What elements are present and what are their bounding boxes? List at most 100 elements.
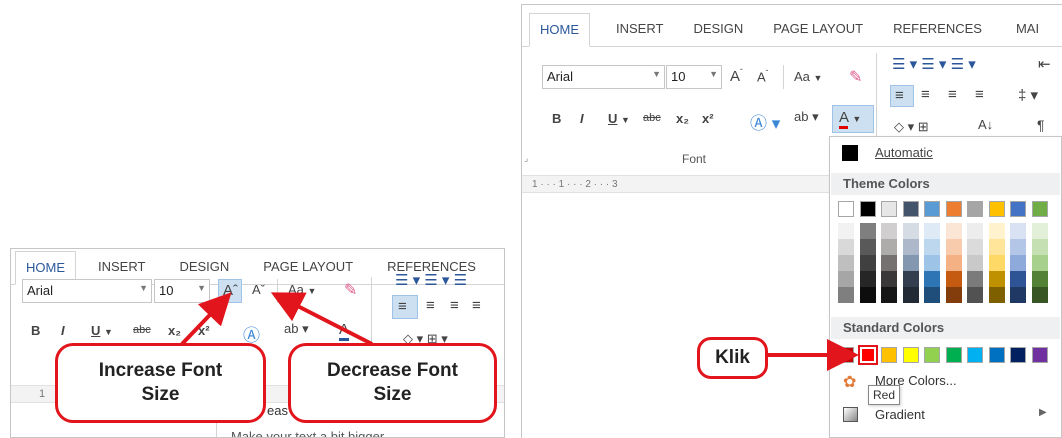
standard-color-swatch[interactable] <box>1031 347 1048 363</box>
theme-shade-swatch[interactable] <box>1010 239 1026 255</box>
change-case-button[interactable]: Aa ▼ <box>288 282 316 297</box>
theme-color-swatch[interactable] <box>881 201 897 217</box>
superscript-button[interactable]: x² <box>198 323 210 338</box>
align-center-icon[interactable]: ≡ <box>426 297 435 314</box>
theme-shade-swatch[interactable] <box>967 239 983 255</box>
theme-shade-swatch[interactable] <box>838 223 854 239</box>
theme-shade-swatch[interactable] <box>881 239 897 255</box>
theme-shade-swatch[interactable] <box>838 239 854 255</box>
font-size-box[interactable]: 10 ▼ <box>666 65 722 89</box>
theme-shade-swatch[interactable] <box>1031 239 1048 255</box>
theme-color-swatch[interactable] <box>924 201 940 217</box>
theme-shade-swatch[interactable] <box>881 287 897 303</box>
theme-shade-swatch[interactable] <box>1031 271 1048 287</box>
indent-icon[interactable]: ⇤ <box>1038 55 1051 73</box>
theme-shade-swatch[interactable] <box>859 271 876 287</box>
justify-icon[interactable]: ≡ <box>975 86 984 103</box>
standard-color-swatch[interactable] <box>924 347 940 363</box>
subscript-button[interactable]: x₂ <box>676 111 689 126</box>
theme-color-swatch[interactable] <box>1010 201 1026 217</box>
superscript-button[interactable]: x² <box>702 111 714 126</box>
theme-shade-swatch[interactable] <box>924 223 940 239</box>
standard-color-swatch[interactable] <box>902 347 919 363</box>
underline-button[interactable]: U ▼ <box>91 323 113 338</box>
standard-color-swatch[interactable] <box>857 345 878 365</box>
automatic-option[interactable]: Automatic <box>875 145 933 160</box>
theme-shade-swatch[interactable] <box>924 255 940 271</box>
justify-icon[interactable]: ≡ <box>472 297 481 314</box>
theme-shade-swatch[interactable] <box>1010 255 1026 271</box>
theme-shade-swatch[interactable] <box>902 271 919 287</box>
pilcrow-icon[interactable]: ¶ <box>1037 117 1045 133</box>
theme-shade-swatch[interactable] <box>988 287 1005 303</box>
chevron-down-icon[interactable]: ▼ <box>139 283 148 293</box>
theme-shade-swatch[interactable] <box>859 255 876 271</box>
bold-button[interactable]: B <box>31 323 40 338</box>
italic-button[interactable]: I <box>580 111 584 126</box>
increase-font-icon[interactable]: Aˆ <box>730 68 743 85</box>
bullets-icon[interactable]: ☰ ▾ ☰ ▾ ☰ <box>395 271 467 289</box>
theme-shade-swatch[interactable] <box>967 223 983 239</box>
theme-color-swatch[interactable] <box>902 201 919 217</box>
automatic-swatch[interactable] <box>842 145 858 161</box>
theme-shade-swatch[interactable] <box>902 223 919 239</box>
theme-shade-swatch[interactable] <box>945 223 962 239</box>
standard-color-swatch[interactable] <box>838 347 854 363</box>
theme-shade-swatch[interactable] <box>945 287 962 303</box>
font-color-icon[interactable]: A <box>339 321 350 341</box>
underline-button[interactable]: U ▼ <box>608 111 630 126</box>
theme-shade-swatch[interactable] <box>1031 287 1048 303</box>
tab-insert[interactable]: INSERT <box>616 21 663 46</box>
decrease-font-icon[interactable]: Aˇ <box>252 282 265 297</box>
theme-shade-swatch[interactable] <box>881 255 897 271</box>
dialog-launcher-icon[interactable]: ⌟ <box>524 153 528 164</box>
theme-shade-swatch[interactable] <box>967 271 983 287</box>
text-effects-icon[interactable]: Ⓐ ▾ <box>750 109 780 134</box>
highlight-icon[interactable]: ab ▾ <box>284 321 309 337</box>
tab-mailings[interactable]: MAI <box>1016 21 1039 46</box>
increase-font-icon[interactable]: Aˆ <box>218 279 242 303</box>
theme-shade-swatch[interactable] <box>859 223 876 239</box>
strikethrough-button[interactable]: abc <box>643 112 661 124</box>
decrease-font-icon[interactable]: Aˇ <box>757 69 768 84</box>
theme-shade-swatch[interactable] <box>924 287 940 303</box>
tab-home[interactable]: HOME <box>529 13 590 47</box>
sort-icon[interactable]: A↓ <box>978 117 993 132</box>
theme-shade-swatch[interactable] <box>988 271 1005 287</box>
theme-color-swatch[interactable] <box>988 201 1005 217</box>
align-center-icon[interactable]: ≡ <box>921 86 930 103</box>
font-name-box[interactable]: Arial ▼ <box>542 65 665 89</box>
theme-shade-swatch[interactable] <box>967 255 983 271</box>
theme-shade-swatch[interactable] <box>838 271 854 287</box>
bold-button[interactable]: B <box>552 111 561 126</box>
theme-shade-swatch[interactable] <box>838 255 854 271</box>
more-colors-option[interactable]: ✿ More Colors... <box>831 369 1060 393</box>
change-case-button[interactable]: Aa ▼ <box>794 69 822 84</box>
theme-color-swatch[interactable] <box>945 201 962 217</box>
clear-formatting-icon[interactable]: ✎ <box>344 280 357 300</box>
theme-shade-swatch[interactable] <box>1031 255 1048 271</box>
font-color-button[interactable]: A ▼ <box>832 105 874 133</box>
theme-shade-swatch[interactable] <box>988 223 1005 239</box>
tab-design[interactable]: DESIGN <box>693 21 743 46</box>
theme-shade-swatch[interactable] <box>1010 271 1026 287</box>
theme-shade-swatch[interactable] <box>1010 223 1026 239</box>
theme-shade-swatch[interactable] <box>924 271 940 287</box>
standard-color-swatch[interactable] <box>967 347 983 363</box>
theme-shade-swatch[interactable] <box>859 287 876 303</box>
standard-color-swatch[interactable] <box>988 347 1005 363</box>
chevron-down-icon[interactable]: ▼ <box>197 283 206 293</box>
tab-references[interactable]: REFERENCES <box>893 21 982 46</box>
theme-shade-swatch[interactable] <box>881 223 897 239</box>
theme-color-swatch[interactable] <box>859 201 876 217</box>
standard-color-swatch[interactable] <box>881 347 897 363</box>
theme-shade-swatch[interactable] <box>838 287 854 303</box>
standard-color-swatch[interactable] <box>945 347 962 363</box>
line-spacing-icon[interactable]: ‡ ▾ <box>1018 86 1038 104</box>
align-right-icon[interactable]: ≡ <box>450 297 459 314</box>
chevron-down-icon[interactable]: ▼ <box>709 69 718 79</box>
align-left-icon[interactable]: ≡ <box>392 295 418 319</box>
highlight-icon[interactable]: ab ▾ <box>794 109 819 125</box>
bullets-icon[interactable]: ☰ ▾ ☰ ▾ ☰ ▾ <box>892 55 976 73</box>
theme-shade-swatch[interactable] <box>988 239 1005 255</box>
